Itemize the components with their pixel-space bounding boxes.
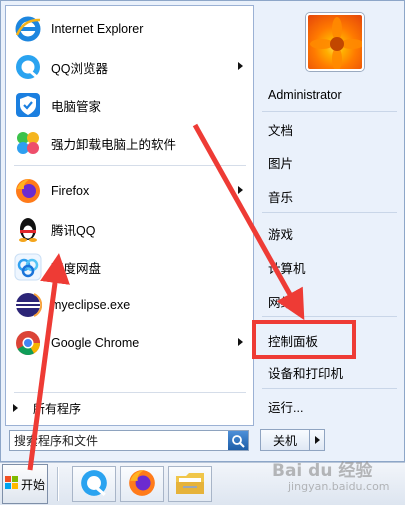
- submenu-arrow-icon[interactable]: [238, 338, 243, 346]
- start-menu: Internet Explorer QQ浏览器 电脑管家 强力卸载电脑上的软件: [0, 0, 405, 462]
- shutdown-button[interactable]: 关机: [260, 429, 310, 451]
- program-label: Firefox: [51, 184, 90, 198]
- divider: [262, 316, 397, 317]
- program-tencent-qq[interactable]: 腾讯QQ: [6, 210, 253, 248]
- chrome-icon: [13, 328, 43, 358]
- baidu-netdisk-icon: [13, 252, 43, 282]
- divider: [262, 388, 397, 389]
- place-run[interactable]: 运行...: [268, 394, 394, 418]
- programs-pane: Internet Explorer QQ浏览器 电脑管家 强力卸载电脑上的软件: [5, 5, 254, 426]
- all-programs-label: 所有程序: [33, 401, 82, 416]
- pc-manager-icon: [13, 90, 43, 120]
- program-label: Internet Explorer: [51, 22, 144, 36]
- divider: [262, 212, 397, 213]
- submenu-arrow-icon[interactable]: [238, 62, 243, 70]
- program-qq-browser[interactable]: QQ浏览器: [6, 48, 253, 86]
- qq-browser-icon: [79, 468, 109, 501]
- program-pc-manager[interactable]: 电脑管家: [6, 86, 253, 124]
- program-firefox[interactable]: Firefox: [6, 172, 253, 210]
- program-google-chrome[interactable]: Google Chrome: [6, 324, 253, 362]
- divider: [14, 392, 246, 393]
- taskbar-firefox[interactable]: [120, 466, 164, 502]
- taskbar-qq-browser[interactable]: [72, 466, 116, 502]
- program-baidu-netdisk[interactable]: 百度网盘: [6, 248, 253, 286]
- taskbar-divider: [57, 467, 59, 501]
- place-network[interactable]: 网络: [268, 289, 394, 313]
- divider: [14, 165, 246, 166]
- internet-explorer-icon: [13, 14, 43, 44]
- start-button[interactable]: 开始: [2, 464, 48, 504]
- place-pictures[interactable]: 图片: [268, 150, 394, 174]
- chevron-right-icon: [314, 436, 320, 444]
- windows-logo-icon: [4, 475, 19, 493]
- qq-browser-icon: [13, 52, 43, 82]
- file-explorer-icon: [174, 468, 206, 501]
- program-uninstaller[interactable]: 强力卸载电脑上的软件: [6, 124, 253, 162]
- place-games[interactable]: 游戏: [268, 221, 394, 245]
- shutdown-options-button[interactable]: [310, 429, 325, 451]
- place-computer[interactable]: 计算机: [268, 255, 394, 279]
- qq-penguin-icon: [13, 214, 43, 244]
- program-label: 百度网盘: [51, 261, 102, 276]
- search-input[interactable]: [10, 431, 228, 450]
- program-label: 腾讯QQ: [51, 223, 96, 238]
- user-avatar[interactable]: [306, 13, 364, 71]
- divider: [262, 111, 397, 112]
- program-label: myeclipse.exe: [51, 298, 131, 312]
- place-administrator[interactable]: Administrator: [268, 83, 394, 107]
- program-label: 强力卸载电脑上的软件: [51, 137, 177, 152]
- search-icon[interactable]: [228, 431, 248, 450]
- myeclipse-icon: [13, 290, 43, 320]
- all-programs-button[interactable]: 所有程序: [5, 395, 252, 421]
- all-programs-arrow-icon: [13, 404, 18, 412]
- taskbar-file-explorer[interactable]: [168, 466, 212, 502]
- firefox-icon: [13, 176, 43, 206]
- places-pane: Administrator 文档 图片 音乐 游戏 计算机 网络 控制面板 设备…: [257, 5, 403, 457]
- program-label: QQ浏览器: [51, 61, 108, 76]
- program-internet-explorer[interactable]: Internet Explorer: [6, 10, 253, 48]
- start-label: 开始: [20, 477, 45, 492]
- uninstaller-icon: [13, 128, 43, 158]
- program-label: 电脑管家: [51, 99, 102, 114]
- place-documents[interactable]: 文档: [268, 117, 394, 141]
- program-label: Google Chrome: [51, 336, 140, 350]
- place-devices-printers[interactable]: 设备和打印机: [268, 360, 394, 384]
- highlight-box: [252, 320, 356, 359]
- program-myeclipse[interactable]: myeclipse.exe: [6, 286, 253, 324]
- firefox-icon: [127, 468, 157, 501]
- search-box: [9, 430, 249, 451]
- submenu-arrow-icon[interactable]: [238, 186, 243, 194]
- place-music[interactable]: 音乐: [268, 184, 394, 208]
- taskbar: 开始: [0, 462, 405, 505]
